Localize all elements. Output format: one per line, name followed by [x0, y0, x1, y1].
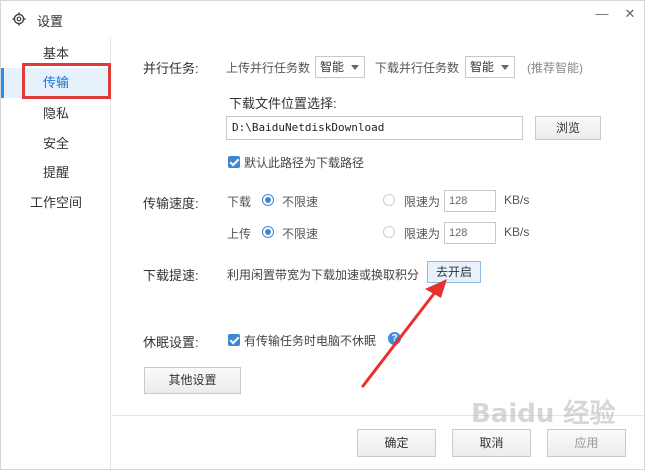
sidebar-item-basic[interactable]: 基本 [1, 39, 111, 69]
prevent-sleep-label: 有传输任务时电脑不休眠 [244, 334, 377, 348]
upload-speed-label: 上传 [227, 227, 252, 241]
enable-boost-button[interactable]: 去开启 [427, 261, 481, 283]
settings-window: 设置 — ✕ 基本 传输 隐私 安全 提醒 工作空间 并行任务: 上传并行任务数… [0, 0, 645, 470]
cancel-button[interactable]: 取消 [452, 429, 531, 457]
download-boost-desc: 利用闲置带宽为下载加速或换取积分 [227, 268, 420, 282]
ok-button[interactable]: 确定 [357, 429, 436, 457]
sidebar-item-security[interactable]: 安全 [1, 129, 111, 159]
help-icon[interactable]: ? [388, 332, 401, 345]
upload-parallel-select[interactable]: 智能 [315, 56, 365, 78]
transfer-speed-label: 传输速度: [143, 196, 199, 211]
chevron-down-icon [351, 65, 359, 70]
download-limited-radio[interactable] [383, 194, 395, 206]
title-bar: 设置 — ✕ [1, 1, 644, 37]
upload-parallel-value: 智能 [320, 60, 345, 74]
chevron-down-icon [501, 65, 509, 70]
other-settings-button[interactable]: 其他设置 [144, 367, 241, 394]
download-parallel-select[interactable]: 智能 [465, 56, 515, 78]
parallel-hint: (推荐智能) [527, 61, 583, 75]
default-path-label: 默认此路径为下载路径 [244, 156, 365, 170]
sleep-settings-label: 休眠设置: [143, 335, 199, 350]
sidebar-item-transfer[interactable]: 传输 [1, 68, 111, 98]
download-limited-label: 限速为 [404, 195, 441, 209]
upload-unit: KB/s [504, 225, 530, 239]
download-limit-field[interactable]: 128 [444, 190, 496, 212]
upload-limited-label: 限速为 [404, 227, 441, 241]
upload-parallel-label: 上传并行任务数 [226, 61, 311, 75]
download-unlimited-label: 不限速 [282, 195, 319, 209]
upload-unlimited-label: 不限速 [282, 227, 319, 241]
apply-button[interactable]: 应用 [547, 429, 626, 457]
close-button[interactable]: ✕ [621, 5, 639, 23]
sidebar-item-reminder[interactable]: 提醒 [1, 158, 111, 188]
default-path-checkbox[interactable] [228, 156, 240, 168]
upload-limit-field[interactable]: 128 [444, 222, 496, 244]
minimize-button[interactable]: — [593, 5, 611, 23]
download-path-field[interactable]: D:\BaiduNetdiskDownload [226, 116, 523, 140]
download-parallel-value: 智能 [470, 60, 495, 74]
download-unit: KB/s [504, 193, 530, 207]
settings-sidebar: 基本 传输 隐私 安全 提醒 工作空间 [1, 37, 111, 469]
download-location-label: 下载文件位置选择: [229, 96, 337, 111]
browse-button[interactable]: 浏览 [535, 116, 601, 140]
gear-icon [12, 12, 26, 26]
watermark: Baidu 经验 [471, 399, 616, 429]
sidebar-item-privacy[interactable]: 隐私 [1, 99, 111, 129]
window-title: 设置 [37, 14, 64, 29]
upload-limited-radio[interactable] [383, 226, 395, 238]
parallel-tasks-label: 并行任务: [143, 61, 199, 76]
prevent-sleep-checkbox[interactable] [228, 334, 240, 346]
upload-unlimited-radio[interactable] [262, 226, 274, 238]
download-speed-label: 下载 [227, 195, 252, 209]
download-unlimited-radio[interactable] [262, 194, 274, 206]
download-boost-label: 下载提速: [143, 268, 199, 283]
sidebar-item-workspace[interactable]: 工作空间 [1, 188, 111, 218]
download-parallel-label: 下载并行任务数 [375, 61, 460, 75]
